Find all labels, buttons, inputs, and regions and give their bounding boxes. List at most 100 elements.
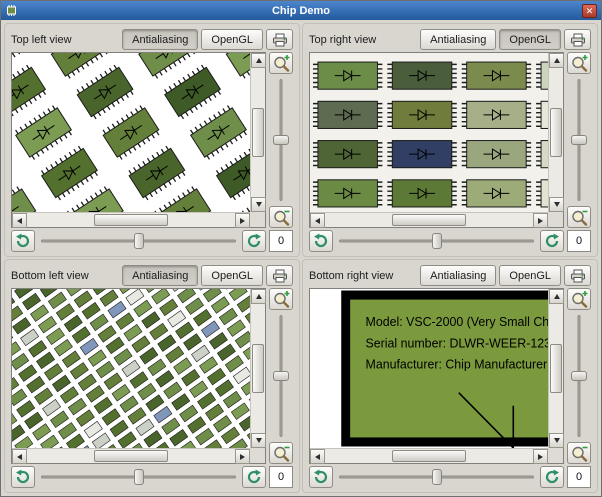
print-button[interactable] — [266, 265, 293, 286]
scroll-right-button[interactable] — [235, 449, 250, 464]
antialiasing-button[interactable]: Antialiasing — [122, 29, 199, 50]
horizontal-scroll-handle[interactable] — [93, 450, 169, 462]
vertical-scroll-handle[interactable] — [252, 343, 264, 393]
zoom-slider[interactable] — [269, 76, 293, 204]
zoom-slider-handle[interactable] — [571, 371, 587, 381]
rotate-left-button[interactable] — [309, 230, 333, 252]
vertical-scroll-handle[interactable] — [252, 107, 264, 157]
scroll-right-button[interactable] — [235, 213, 250, 228]
vertical-scroll-track[interactable] — [549, 68, 563, 197]
scrollbar-corner — [548, 448, 563, 463]
scroll-left-button[interactable] — [310, 213, 325, 228]
rotation-value[interactable]: 0 — [269, 466, 293, 488]
rotate-slider-handle[interactable] — [431, 233, 442, 249]
horizontal-scroll-track[interactable] — [27, 449, 235, 463]
antialiasing-button[interactable]: Antialiasing — [122, 265, 199, 286]
scroll-right-button[interactable] — [533, 213, 548, 228]
scene-bottom-right[interactable]: Model: VSC-2000 (Very Small Chip) at 9 Se… — [310, 289, 548, 448]
arrow-right-icon — [240, 453, 248, 460]
scroll-left-button[interactable] — [12, 213, 27, 228]
rotate-slider-handle[interactable] — [133, 469, 144, 485]
vertical-scroll-track[interactable] — [251, 68, 265, 197]
rotate-slider-handle[interactable] — [431, 469, 442, 485]
scroll-down-button[interactable] — [251, 197, 266, 212]
vertical-scrollbar[interactable] — [548, 53, 564, 212]
vertical-scroll-handle[interactable] — [550, 107, 562, 157]
rotate-right-button[interactable] — [242, 230, 266, 252]
vertical-scrollbar[interactable] — [250, 289, 266, 448]
scene-top-right[interactable] — [310, 53, 548, 212]
print-button[interactable] — [564, 29, 591, 50]
scene-top-left[interactable] — [12, 53, 250, 212]
rotation-value[interactable]: 0 — [269, 230, 293, 252]
scroll-down-button[interactable] — [549, 197, 564, 212]
horizontal-scroll-handle[interactable] — [93, 214, 169, 226]
rotate-right-button[interactable] — [540, 230, 564, 252]
vertical-scrollbar[interactable] — [250, 53, 266, 212]
zoom-slider[interactable] — [567, 312, 591, 440]
zoom-slider-handle[interactable] — [273, 135, 289, 145]
horizontal-scroll-track[interactable] — [325, 449, 533, 463]
rotate-slider[interactable] — [38, 466, 239, 488]
scroll-down-button[interactable] — [251, 433, 266, 448]
zoom-slider[interactable] — [269, 312, 293, 440]
rotate-right-button[interactable] — [242, 466, 266, 488]
zoom-slider[interactable] — [567, 76, 591, 204]
horizontal-scroll-track[interactable] — [27, 213, 235, 227]
opengl-button[interactable]: OpenGL — [201, 265, 263, 286]
opengl-button[interactable]: OpenGL — [201, 29, 263, 50]
chip-demo-window: Chip Demo ✕ Top left view Antialiasing O… — [0, 0, 602, 497]
print-button[interactable] — [266, 29, 293, 50]
zoom-in-icon — [274, 291, 290, 308]
scroll-left-button[interactable] — [12, 449, 27, 464]
zoom-in-button[interactable] — [269, 288, 293, 310]
zoom-out-button[interactable] — [269, 442, 293, 464]
horizontal-scroll-handle[interactable] — [391, 450, 467, 462]
rotate-left-button[interactable] — [11, 230, 35, 252]
horizontal-scrollbar[interactable] — [310, 448, 548, 464]
opengl-button[interactable]: OpenGL — [499, 29, 561, 50]
rotate-slider[interactable] — [336, 466, 537, 488]
rotation-value[interactable]: 0 — [567, 230, 591, 252]
printer-icon — [272, 33, 287, 46]
rotate-slider[interactable] — [336, 230, 537, 252]
zoom-slider-handle[interactable] — [571, 135, 587, 145]
scroll-up-button[interactable] — [251, 289, 266, 304]
scroll-up-button[interactable] — [251, 53, 266, 68]
vertical-scrollbar[interactable] — [548, 289, 564, 448]
scroll-up-button[interactable] — [549, 53, 564, 68]
vertical-scroll-track[interactable] — [251, 304, 265, 433]
rotate-left-button[interactable] — [309, 466, 333, 488]
zoom-slider-handle[interactable] — [273, 371, 289, 381]
print-button[interactable] — [564, 265, 591, 286]
zoom-in-button[interactable] — [567, 52, 591, 74]
rotate-slider-handle[interactable] — [133, 233, 144, 249]
antialiasing-button[interactable]: Antialiasing — [420, 265, 497, 286]
close-button[interactable]: ✕ — [582, 3, 597, 18]
rotate-slider[interactable] — [38, 230, 239, 252]
rotate-left-button[interactable] — [11, 466, 35, 488]
horizontal-scrollbar[interactable] — [12, 212, 250, 228]
zoom-out-button[interactable] — [567, 206, 591, 228]
rotate-right-button[interactable] — [540, 466, 564, 488]
horizontal-scrollbar[interactable] — [12, 448, 250, 464]
scroll-up-button[interactable] — [549, 289, 564, 304]
zoom-out-button[interactable] — [567, 442, 591, 464]
vertical-scroll-track[interactable] — [549, 304, 563, 433]
rotation-value[interactable]: 0 — [567, 466, 591, 488]
antialiasing-button[interactable]: Antialiasing — [420, 29, 497, 50]
zoom-in-button[interactable] — [269, 52, 293, 74]
scroll-left-button[interactable] — [310, 449, 325, 464]
horizontal-scroll-track[interactable] — [325, 213, 533, 227]
zoom-in-button[interactable] — [567, 288, 591, 310]
horizontal-scroll-handle[interactable] — [391, 214, 467, 226]
opengl-button[interactable]: OpenGL — [499, 265, 561, 286]
scroll-down-button[interactable] — [549, 433, 564, 448]
scroll-right-button[interactable] — [533, 449, 548, 464]
vertical-scroll-handle[interactable] — [550, 343, 562, 393]
scene-bottom-left[interactable] — [12, 289, 250, 448]
horizontal-scrollbar[interactable] — [310, 212, 548, 228]
view-header: Top left view Antialiasing OpenGL — [11, 27, 293, 52]
zoom-out-button[interactable] — [269, 206, 293, 228]
title-bar[interactable]: Chip Demo ✕ — [1, 1, 601, 20]
